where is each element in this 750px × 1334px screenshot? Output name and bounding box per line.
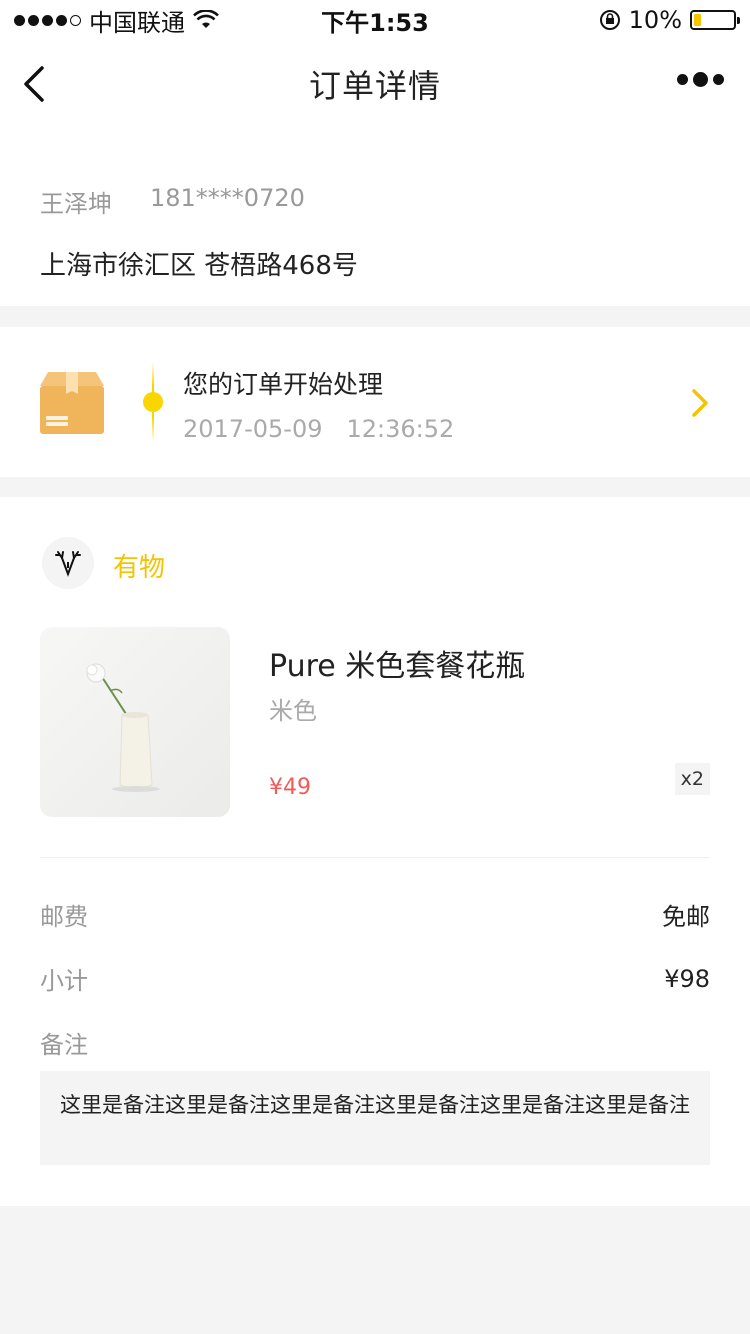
subtotal-row: 小计 ¥98 (40, 961, 710, 996)
order-card: 有物 Pure 米色套餐花瓶 米色 ¥49 x2 邮费 免邮 小计 ¥98 备注… (0, 497, 750, 1206)
recipient-phone: 181****0720 (150, 184, 305, 212)
logistics-card[interactable]: 您的订单开始处理 2017-05-09 12:36:52 (0, 327, 750, 477)
deer-icon (55, 551, 81, 577)
page-title: 订单详情 (308, 67, 441, 105)
subtotal-value: ¥98 (664, 964, 710, 993)
product-price: ¥49 (269, 775, 311, 800)
status-left: 中国联通 (14, 3, 219, 38)
product-image[interactable] (40, 627, 230, 817)
logistics-date: 2017-05-09 (183, 415, 323, 443)
timeline-dot (143, 392, 163, 412)
subtotal-label: 小计 (40, 967, 88, 995)
battery-percent: 10% (628, 6, 682, 34)
wifi-icon (193, 10, 219, 28)
recipient-line: 王泽坤 181****0720 (40, 184, 710, 219)
shipping-address-card[interactable]: 王泽坤 181****0720 上海市徐汇区 苍梧路468号 (0, 128, 750, 306)
more-options-icon[interactable] (677, 72, 724, 87)
divider (40, 857, 710, 858)
remark-label: 备注 (40, 1031, 88, 1059)
status-right: 10% (599, 6, 740, 34)
rotation-lock-icon (599, 10, 620, 30)
logistics-time: 12:36:52 (346, 415, 455, 443)
status-bar: 中国联通 下午1:53 10% (0, 0, 750, 40)
shop-logo[interactable] (42, 537, 94, 589)
logistics-timestamp: 2017-05-09 12:36:52 (183, 415, 454, 443)
signal-icon (14, 14, 81, 26)
battery-icon (690, 10, 740, 30)
logistics-status: 您的订单开始处理 (183, 370, 384, 399)
product-name[interactable]: Pure 米色套餐花瓶 (269, 641, 525, 685)
shop-name[interactable]: 有物 (113, 547, 165, 584)
product-quantity-badge: x2 (674, 763, 710, 795)
remark-text: 这里是备注这里是备注这里是备注这里是备注这里是备注这里是备注 (40, 1071, 710, 1165)
back-arrow-icon[interactable] (18, 64, 58, 104)
navigation-bar: 订单详情 (0, 40, 750, 128)
chevron-right-icon[interactable] (688, 387, 712, 419)
shipping-value: 免邮 (662, 903, 710, 931)
address-detail: 上海市徐汇区 苍梧路468号 (40, 251, 358, 281)
remark-row: 备注 (40, 1025, 710, 1060)
carrier-label: 中国联通 (89, 8, 185, 37)
shipping-label: 邮费 (40, 903, 88, 931)
package-box-icon (40, 372, 104, 434)
recipient-name: 王泽坤 (40, 190, 112, 218)
product-variant: 米色 (269, 697, 317, 725)
shipping-row: 邮费 免邮 (40, 897, 710, 932)
